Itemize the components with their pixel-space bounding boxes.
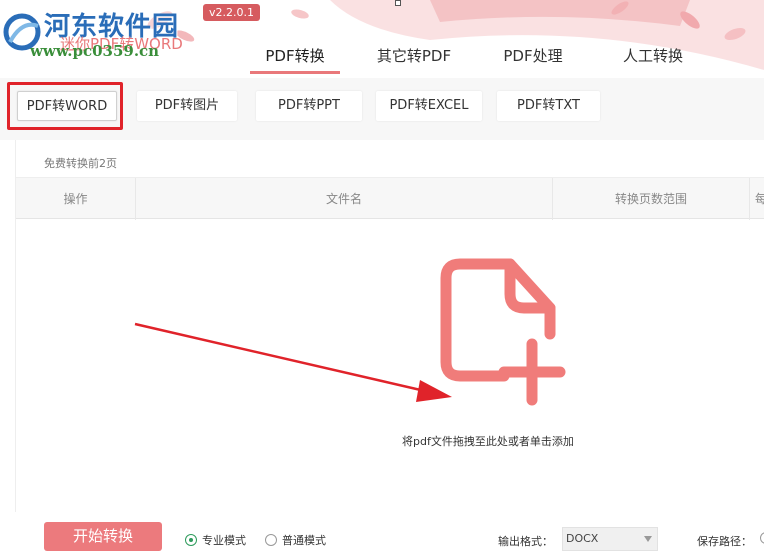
subtab-pdf-to-excel[interactable]: PDF转EXCEL bbox=[376, 91, 482, 121]
output-format-label: 输出格式： bbox=[498, 535, 553, 548]
mode-pro-radio[interactable]: 专业模式 bbox=[185, 532, 246, 548]
tab-pdf-convert[interactable]: PDF转换 bbox=[250, 44, 340, 74]
start-convert-button[interactable]: 开始转换 bbox=[44, 522, 162, 551]
subtab-pdf-to-ppt[interactable]: PDF转PPT bbox=[256, 91, 362, 121]
app-header: 河东软件园 迷你PDF转WORD www.pc0359.cn v2.2.0.1 … bbox=[0, 0, 764, 78]
column-header-action: 操作 bbox=[16, 178, 136, 220]
output-format-select[interactable]: DOCX bbox=[562, 527, 658, 551]
conversion-panel: 免费转换前2页 操作 文件名 转换页数范围 每 将pdf文件拖拽至此处或者单击添… bbox=[15, 140, 764, 512]
mode-pro-label: 专业模式 bbox=[202, 534, 246, 547]
free-pages-note: 免费转换前2页 bbox=[44, 157, 117, 170]
radio-unchecked-icon bbox=[265, 534, 277, 546]
subtab-pdf-to-txt[interactable]: PDF转TXT bbox=[497, 91, 600, 121]
save-path-radio[interactable] bbox=[760, 532, 764, 544]
version-badge: v2.2.0.1 bbox=[203, 4, 260, 21]
column-header-filename: 文件名 bbox=[136, 178, 553, 220]
bottom-toolbar: 开始转换 专业模式 普通模式 输出格式： DOCX 保存路径： bbox=[0, 512, 764, 551]
column-header-truncated: 每 bbox=[755, 192, 764, 206]
column-header-page-range: 转换页数范围 bbox=[553, 178, 750, 220]
watermark-url: www.pc0359.cn bbox=[30, 42, 160, 60]
radio-checked-icon bbox=[185, 534, 197, 546]
file-add-icon[interactable] bbox=[434, 258, 569, 408]
subtab-pdf-to-image[interactable]: PDF转图片 bbox=[137, 91, 237, 121]
mode-normal-label: 普通模式 bbox=[282, 534, 326, 547]
annotation-highlight-box bbox=[7, 82, 123, 130]
mode-normal-radio[interactable]: 普通模式 bbox=[265, 532, 326, 548]
save-path-label: 保存路径： bbox=[697, 535, 752, 548]
drop-hint-text: 将pdf文件拖拽至此处或者单击添加 bbox=[402, 435, 574, 448]
main-tab-bar: PDF转换 其它转PDF PDF处理 人工转换 bbox=[250, 44, 688, 74]
file-drop-zone[interactable]: 将pdf文件拖拽至此处或者单击添加 bbox=[16, 220, 764, 510]
file-table-header: 操作 文件名 转换页数范围 每 bbox=[16, 177, 764, 220]
tab-other-to-pdf[interactable]: 其它转PDF bbox=[374, 44, 454, 74]
window-resize-handle[interactable] bbox=[395, 0, 401, 6]
tab-manual-convert[interactable]: 人工转换 bbox=[618, 44, 688, 74]
tab-pdf-process[interactable]: PDF处理 bbox=[498, 44, 568, 74]
dropdown-caret-icon bbox=[644, 536, 652, 542]
output-format-value: DOCX bbox=[566, 532, 599, 545]
